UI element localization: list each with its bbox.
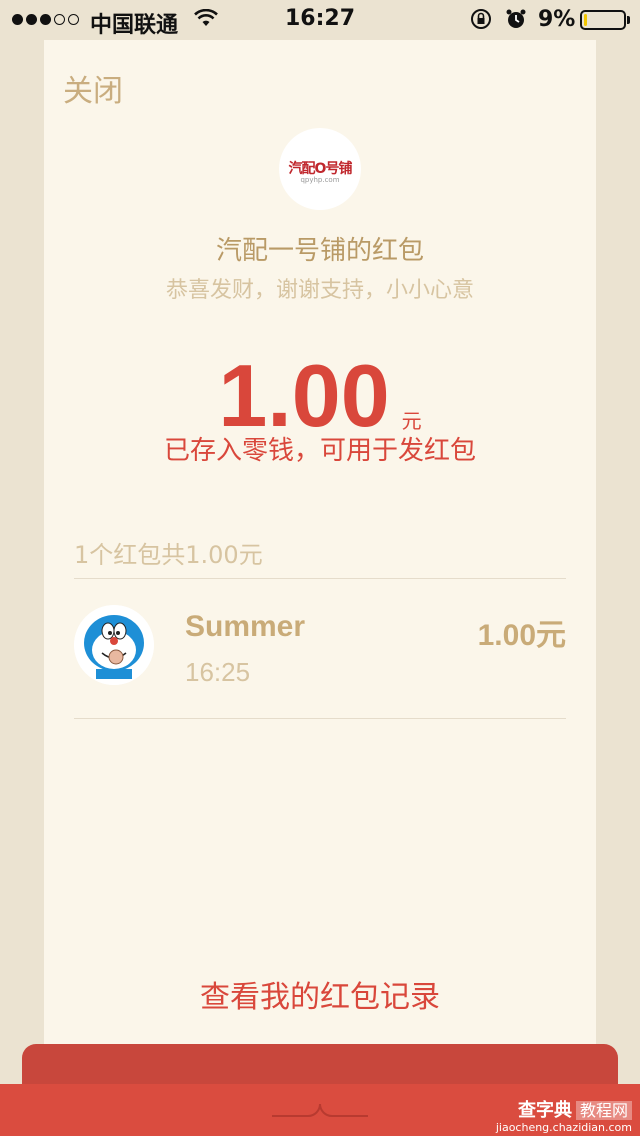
watermark-url: jiaocheng.chazidian.com — [495, 1121, 632, 1134]
blessing-message: 恭喜发财，谢谢支持，小小心意 — [165, 278, 474, 303]
divider — [74, 578, 566, 579]
battery-percent: 9% — [538, 7, 576, 32]
saved-to-wallet-note[interactable]: 已存入零钱，可用于发红包 — [44, 430, 596, 467]
status-bar: 中国联通 16:27 9% — [0, 0, 640, 40]
battery-icon — [580, 10, 626, 30]
alarm-icon — [506, 9, 526, 28]
watermark-main: 查字典 — [517, 1100, 572, 1121]
packet-summary: 1个红包共1.00元 — [74, 541, 263, 569]
logo-subtext: qpyhp.com — [300, 176, 340, 184]
logo-text: 汽配O号铺 — [288, 161, 353, 177]
received-amount: 1.00元 — [477, 619, 566, 652]
watermark: 查字典 教程网 jiaocheng.chazidian.com — [495, 1100, 632, 1134]
red-packet-detail-card: 关闭 汽配O号铺 qpyhp.com 汽配一号铺的红包 恭喜发财，谢谢支持，小小… — [44, 40, 596, 1084]
rotation-lock-icon — [471, 9, 491, 29]
recipient-name: Summer — [185, 610, 306, 643]
watermark-sub: 教程网 — [575, 1101, 632, 1120]
doraemon-avatar[interactable] — [74, 605, 154, 685]
amount-value: 1.00 — [218, 346, 390, 445]
divider — [74, 718, 566, 719]
envelope-flap-icon — [272, 1103, 368, 1117]
sender-logo: 汽配O号铺 qpyhp.com — [279, 128, 361, 210]
received-time: 16:25 — [185, 657, 251, 687]
view-history-link[interactable]: 查看我的红包记录 — [44, 972, 596, 1016]
amount-display: 1.00 元 — [44, 340, 596, 440]
sender-title: 汽配一号铺的红包 — [215, 236, 424, 266]
battery-tip — [627, 16, 630, 24]
close-button[interactable]: 关闭 — [63, 66, 123, 110]
